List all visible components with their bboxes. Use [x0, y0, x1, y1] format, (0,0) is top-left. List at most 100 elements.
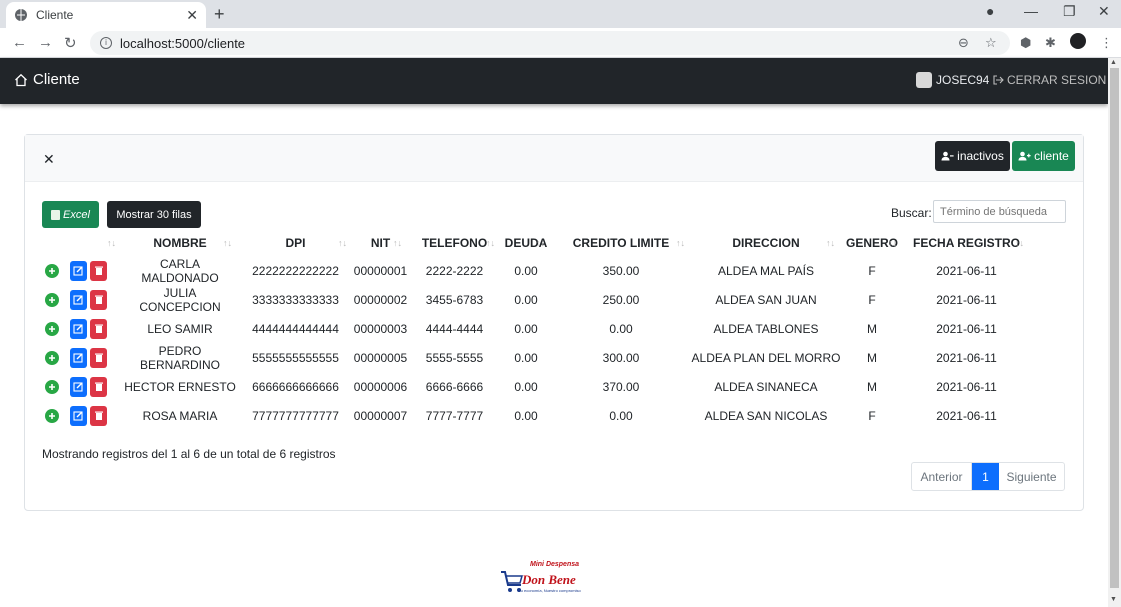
cell-nombre: ROSA MARIA [142, 408, 218, 423]
view-details-button[interactable] [45, 408, 59, 423]
edit-button[interactable] [70, 260, 87, 281]
cell-nit: 00000007 [353, 408, 408, 423]
delete-button[interactable] [90, 318, 107, 339]
search-label: Buscar: [891, 206, 932, 220]
shield-icon[interactable]: ⬢ [1020, 35, 1031, 51]
col-genero[interactable]: GENERO ↑↓ [841, 230, 903, 256]
edit-icon [73, 266, 83, 276]
excel-export-button[interactable]: Excel [42, 201, 99, 228]
cell-fecha: 2021-06-11 [936, 350, 997, 365]
user-menu[interactable]: JOSEC94 [916, 72, 989, 88]
sort-icon: ↑↓ [338, 238, 347, 248]
browser-tab[interactable]: Cliente ✕ [6, 2, 206, 28]
globe-icon [15, 9, 27, 21]
cell-deuda: 0.00 [514, 408, 538, 423]
cell-deuda: 0.00 [514, 321, 538, 336]
current-page-button[interactable]: 1 [972, 463, 999, 490]
star-icon[interactable]: ☆ [985, 35, 997, 51]
new-tab-icon[interactable]: + [214, 4, 225, 25]
row-actions [42, 372, 122, 401]
minimize-icon[interactable]: — [1024, 3, 1038, 19]
cell-credito: 370.00 [602, 379, 640, 394]
delete-button[interactable] [90, 405, 107, 426]
col-credito-limite[interactable]: CREDITO LIMITE ↑↓ [551, 230, 691, 256]
forward-icon[interactable]: → [38, 34, 53, 51]
cell-genero: F [868, 408, 876, 423]
url-text: localhost:5000/cliente [120, 35, 246, 51]
logout-label: CERRAR SESION [1007, 73, 1107, 87]
edit-button[interactable] [70, 347, 87, 368]
view-details-button[interactable] [45, 350, 59, 365]
edit-icon [73, 353, 83, 363]
cell-deuda: 0.00 [514, 379, 538, 394]
cell-dpi: 3333333333333 [252, 292, 339, 307]
trash-icon [94, 382, 103, 391]
previous-page-button[interactable]: Anterior [912, 463, 972, 490]
cell-nombre: JULIA CONCEPCION [139, 285, 221, 314]
col-nit[interactable]: NIT ↑↓ [353, 230, 408, 256]
profile-dot-icon[interactable]: ● [986, 3, 994, 19]
username: JOSEC94 [936, 73, 990, 87]
edit-button[interactable] [70, 405, 87, 426]
edit-icon [73, 295, 83, 305]
excel-label: Excel [63, 208, 90, 221]
logout-link[interactable]: CERRAR SESION [992, 73, 1106, 87]
cell-telefono: 2222-2222 [425, 263, 484, 278]
view-details-button[interactable] [45, 321, 59, 336]
edit-button[interactable] [70, 318, 87, 339]
close-window-icon[interactable]: ✕ [1098, 3, 1110, 20]
col-direccion[interactable]: DIRECCION ↑↓ [691, 230, 841, 256]
navbar-brand[interactable]: Cliente [14, 71, 80, 88]
menu-dots-icon[interactable]: ⋮ [1100, 35, 1113, 51]
back-icon[interactable]: ← [12, 34, 27, 51]
sort-icon: ↑↓ [393, 238, 402, 248]
table-row: CARLA MALDONADO 2222222222222 00000001 2222… [42, 256, 1030, 285]
search-input[interactable] [933, 200, 1066, 223]
cell-fecha: 2021-06-11 [936, 408, 997, 423]
table-row: HECTOR ERNESTO 6666666666666 00000006 6666-… [42, 372, 1030, 401]
reload-icon[interactable]: ↻ [64, 34, 77, 52]
cell-telefono: 6666-6666 [425, 379, 484, 394]
next-page-button[interactable]: Siguiente [999, 463, 1064, 490]
close-icon[interactable]: ✕ [43, 151, 55, 168]
logo-line1: Mini Despensa [530, 561, 580, 568]
profile-avatar-icon[interactable] [1070, 33, 1086, 49]
extensions-icon[interactable]: ✱ [1045, 35, 1056, 51]
scroll-down-icon[interactable]: ▼ [1110, 596, 1117, 603]
col-deuda[interactable]: DEUDA ↑↓ [501, 230, 551, 256]
scrollbar-thumb[interactable] [1110, 68, 1119, 588]
delete-button[interactable] [90, 260, 107, 281]
add-client-button[interactable]: cliente [1012, 141, 1075, 171]
edit-button[interactable] [70, 289, 87, 310]
page-scrollbar[interactable]: ▲ ▼ [1108, 58, 1121, 607]
inactive-clients-button[interactable]: inactivos [935, 141, 1010, 171]
plus-icon [49, 354, 55, 361]
trash-icon [94, 353, 103, 362]
cell-dpi: 6666666666666 [252, 379, 339, 394]
info-icon[interactable]: i [100, 37, 112, 49]
cell-direccion: ALDEA SAN NICOLAS [704, 408, 828, 423]
logo-line3: Su economía, Nuestro compromiso [518, 588, 581, 593]
delete-button[interactable] [90, 347, 107, 368]
view-details-button[interactable] [45, 379, 59, 394]
close-tab-icon[interactable]: ✕ [186, 7, 198, 24]
view-details-button[interactable] [45, 263, 59, 278]
sort-icon: ↑↓ [223, 238, 232, 248]
omnibox[interactable]: i localhost:5000/cliente [90, 31, 1010, 55]
delete-button[interactable] [90, 289, 107, 310]
cell-direccion: ALDEA TABLONES [713, 321, 819, 336]
edit-button[interactable] [70, 376, 87, 397]
logo-line2: Don Bene [522, 572, 576, 587]
scroll-up-icon[interactable]: ▲ [1110, 59, 1117, 66]
col-nombre[interactable]: NOMBRE ↑↓ [122, 230, 238, 256]
maximize-icon[interactable]: ❐ [1063, 3, 1076, 20]
delete-button[interactable] [90, 376, 107, 397]
zoom-icon[interactable]: ⊖ [958, 35, 969, 51]
col-dpi[interactable]: DPI ↑↓ [238, 230, 353, 256]
col-actions[interactable]: ↑↓ [42, 230, 122, 256]
plus-icon [49, 267, 55, 274]
show-rows-button[interactable]: Mostrar 30 filas [107, 201, 201, 228]
col-telefono[interactable]: TELEFONO ↑↓ [408, 230, 501, 256]
view-details-button[interactable] [45, 292, 59, 307]
col-fecha-registro[interactable]: FECHA REGISTRO ↑↓ [903, 230, 1030, 256]
